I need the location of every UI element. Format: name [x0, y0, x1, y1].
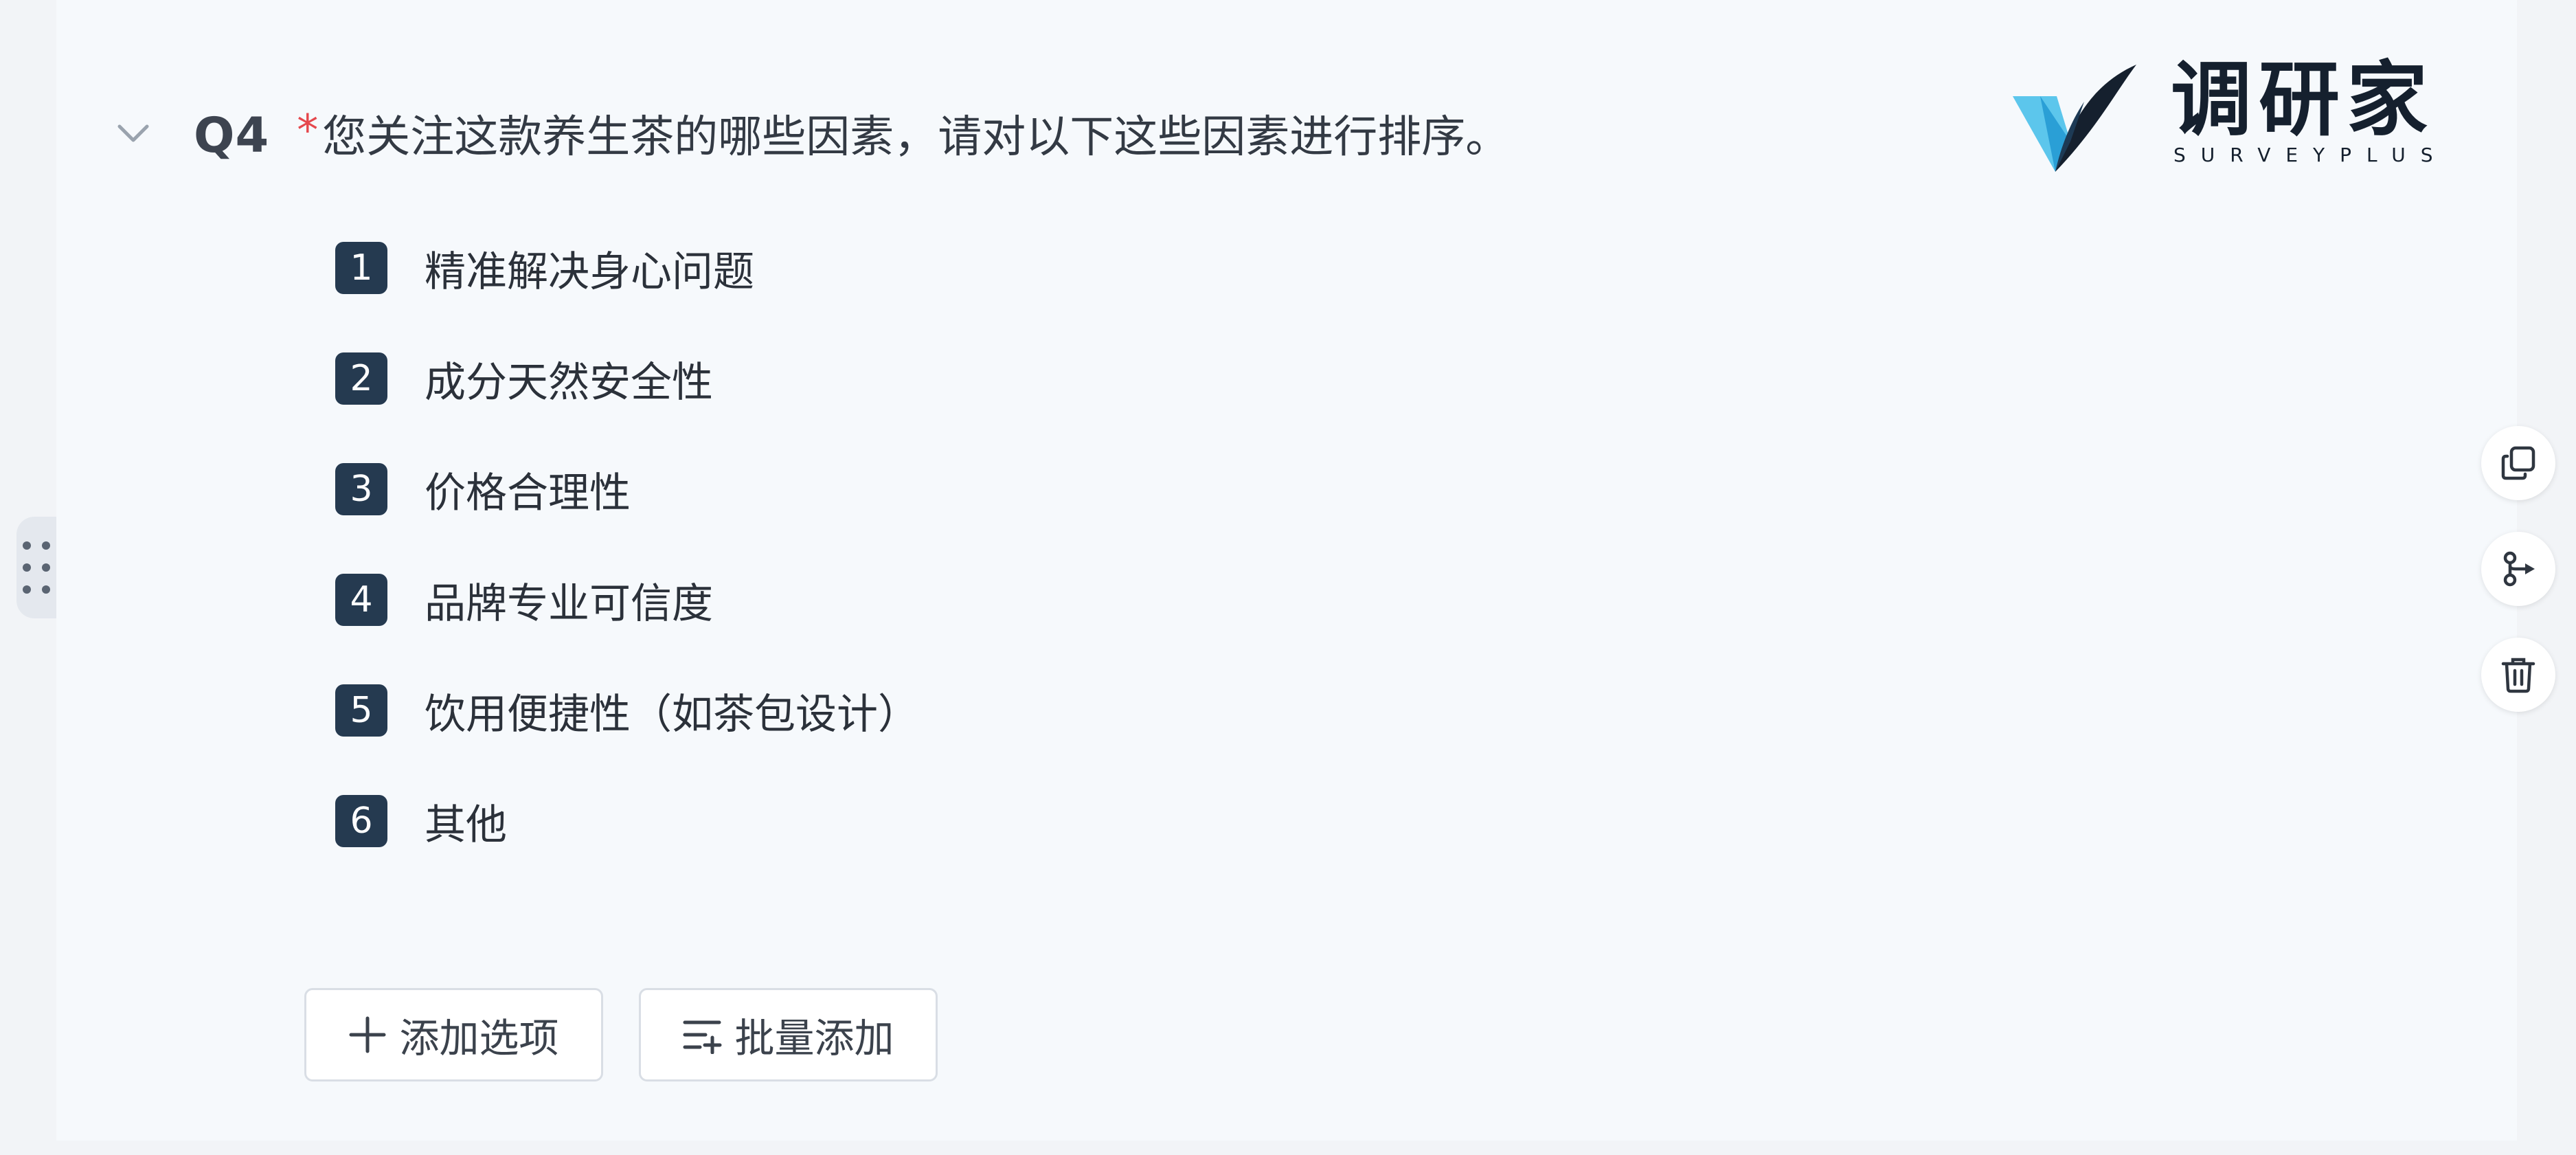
rank-badge: 5 [335, 684, 387, 737]
required-mark: * [297, 105, 319, 155]
editor-page: Q4 * 您关注这款养生茶的哪些因素，请对以下这些因素进行排序。 调研家 SUR… [0, 0, 2576, 1155]
option-label[interactable]: 价格合理性 [425, 460, 631, 519]
option-label[interactable]: 精准解决身心问题 [425, 238, 754, 298]
ranking-options-list: 1 精准解决身心问题 2 成分天然安全性 3 价格合理性 4 品牌专业可信度 5… [335, 240, 919, 904]
copy-question-button[interactable] [2481, 426, 2555, 500]
delete-icon [2501, 658, 2535, 693]
rank-badge: 2 [335, 352, 387, 405]
brand-logo: 调研家 SURVEYPLUS [2013, 59, 2452, 176]
question-title[interactable]: 您关注这款养生茶的哪些因素，请对以下这些因素进行排序。 [322, 102, 1509, 165]
batch-list-icon [683, 1020, 722, 1054]
ranking-option[interactable]: 3 价格合理性 [335, 462, 919, 517]
chevron-down-icon[interactable] [115, 121, 151, 146]
option-label[interactable]: 成分天然安全性 [425, 349, 713, 409]
logic-jump-button[interactable] [2481, 532, 2555, 606]
rank-badge: 3 [335, 463, 387, 515]
logo-mark-icon [2013, 65, 2136, 172]
option-label[interactable]: 品牌专业可信度 [425, 570, 713, 630]
copy-icon [2501, 446, 2535, 480]
rank-badge: 1 [335, 242, 387, 294]
plus-icon [349, 1016, 386, 1053]
option-label[interactable]: 饮用便捷性（如茶包设计） [425, 681, 919, 741]
delete-question-button[interactable] [2481, 638, 2555, 712]
drag-handle-icon[interactable] [16, 517, 56, 618]
option-label[interactable]: 其他 [425, 792, 507, 851]
rank-badge: 6 [335, 795, 387, 847]
logo-text-en: SURVEYPLUS [2173, 144, 2448, 166]
add-option-label: 添加选项 [399, 1015, 559, 1062]
ranking-option[interactable]: 6 其他 [335, 794, 919, 849]
branch-logic-icon [2503, 551, 2535, 587]
question-header: Q4 * 您关注这款养生茶的哪些因素，请对以下这些因素进行排序。 [194, 102, 1509, 165]
ranking-option[interactable]: 2 成分天然安全性 [335, 349, 919, 409]
rank-badge: 4 [335, 574, 387, 626]
logo-text-cn: 调研家 [2171, 52, 2435, 147]
question-number: Q4 [194, 107, 270, 164]
ranking-option[interactable]: 1 精准解决身心问题 [335, 238, 919, 298]
ranking-option[interactable]: 5 饮用便捷性（如茶包设计） [335, 681, 919, 741]
add-option-button[interactable]: 添加选项 [304, 988, 603, 1081]
ranking-option[interactable]: 4 品牌专业可信度 [335, 570, 919, 630]
batch-add-button[interactable]: 批量添加 [639, 988, 938, 1081]
batch-add-label: 批量添加 [734, 1015, 894, 1062]
